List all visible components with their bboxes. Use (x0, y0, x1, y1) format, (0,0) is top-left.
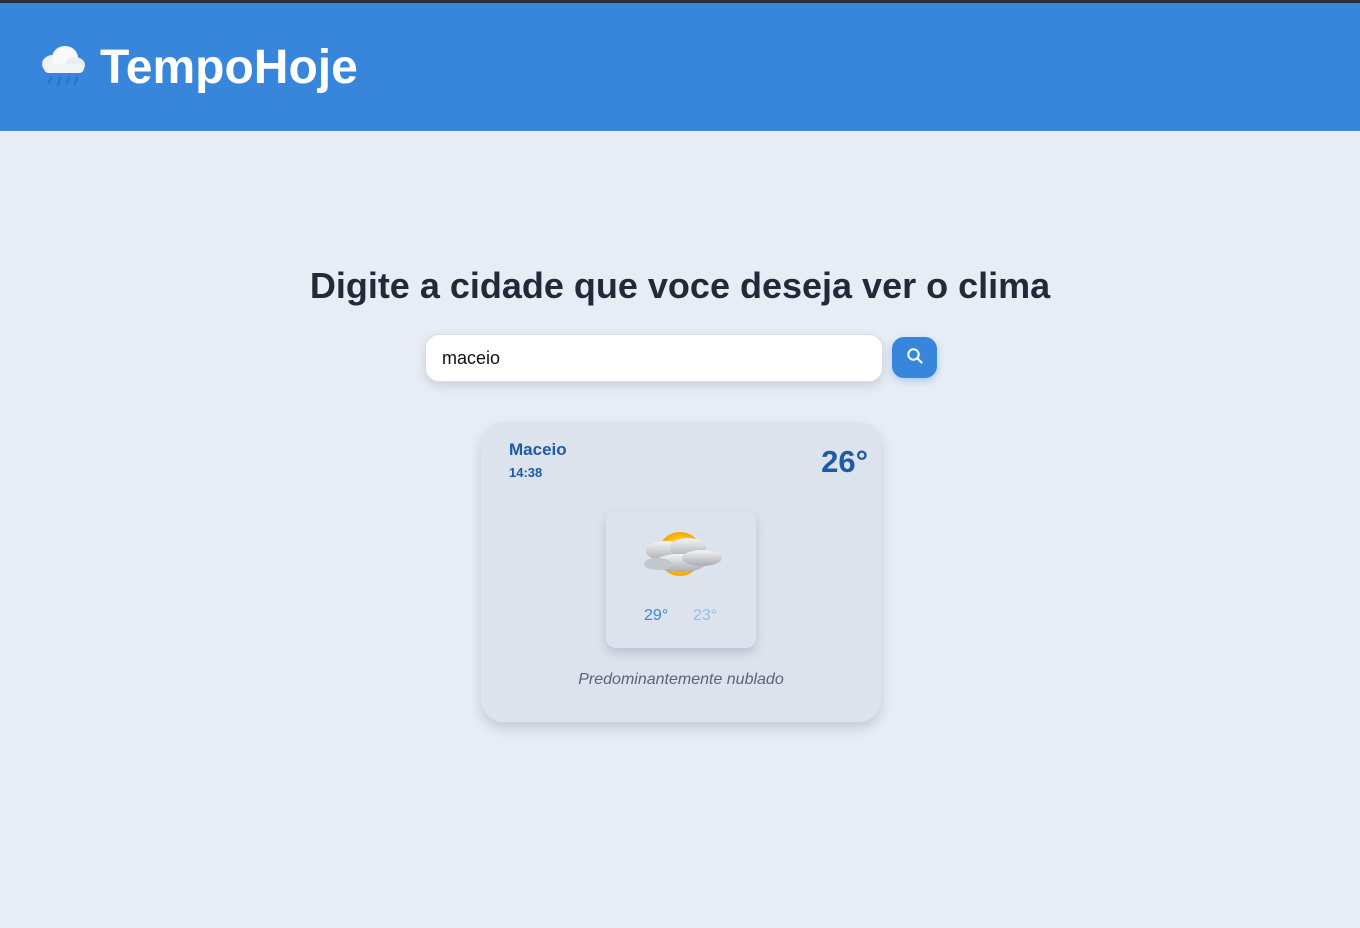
local-time: 14:38 (509, 465, 543, 480)
search-icon (906, 347, 924, 368)
min-temperature: 23° (693, 607, 718, 624)
weather-description: Predominantemente nublado (578, 671, 784, 688)
forecast-tile: 29° 23° (606, 511, 756, 648)
main-content: Digite a cidade que voce deseja ver o cl… (0, 131, 1360, 928)
weather-card: Maceio 14:38 26° 29° 23° Predominantemen… (481, 422, 881, 722)
current-temperature: 26° (821, 444, 868, 479)
app-header: TempoHoje (0, 3, 1360, 131)
max-temperature: 29° (644, 607, 669, 624)
city-name: Maceio (509, 440, 567, 459)
partly-cloudy-icon (636, 521, 728, 591)
search-bar (425, 334, 937, 382)
app-title: TempoHoje (100, 40, 358, 94)
cloud-rain-icon (38, 42, 88, 92)
page-heading: Digite a cidade que voce deseja ver o cl… (309, 265, 1051, 306)
search-button[interactable] (892, 337, 937, 378)
city-search-input[interactable] (425, 334, 883, 382)
